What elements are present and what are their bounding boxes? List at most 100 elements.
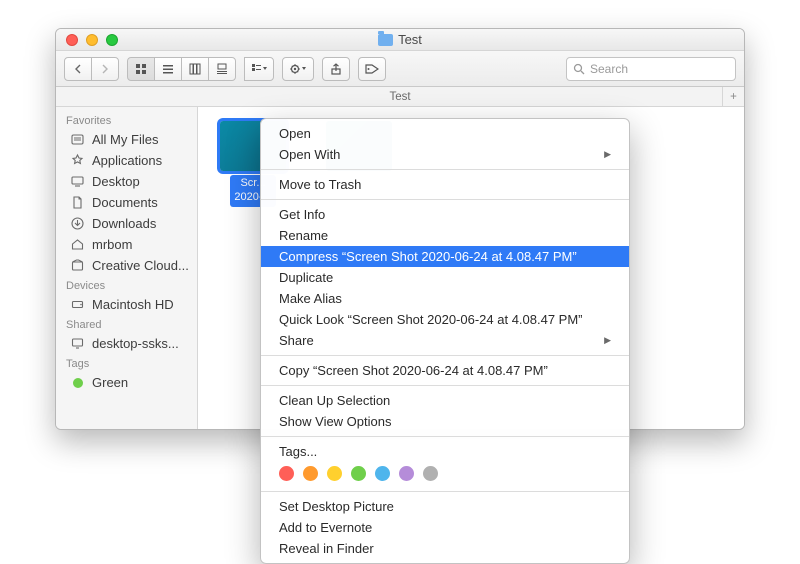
arrange-group — [244, 57, 274, 81]
menu-item-duplicate[interactable]: Duplicate — [261, 267, 629, 288]
coverflow-view-button[interactable] — [208, 57, 236, 81]
sidebar-section-label: Favorites — [56, 111, 197, 129]
menu-item-label: Add to Evernote — [279, 520, 372, 535]
add-tab-button[interactable]: + — [722, 87, 744, 106]
menu-item-label: Move to Trash — [279, 177, 361, 192]
menu-item-move-to-trash[interactable]: Move to Trash — [261, 174, 629, 195]
tag-color-dot[interactable] — [423, 466, 438, 481]
zoom-button[interactable] — [106, 34, 118, 46]
home-icon — [70, 237, 85, 252]
desktop-icon — [70, 174, 85, 189]
list-view-button[interactable] — [154, 57, 182, 81]
tag-color-dot[interactable] — [351, 466, 366, 481]
icon-view-button[interactable] — [127, 57, 155, 81]
tag-dot-icon — [70, 375, 85, 390]
menu-item-set-desktop-picture[interactable]: Set Desktop Picture — [261, 496, 629, 517]
sidebar-item-all-my-files[interactable]: All My Files — [56, 129, 197, 150]
search-field[interactable]: Search — [566, 57, 736, 81]
menu-item-copy-screen-shot-2020-06-24-at-4-08-47-p[interactable]: Copy “Screen Shot 2020-06-24 at 4.08.47 … — [261, 360, 629, 381]
window-title-text: Test — [398, 32, 422, 47]
menu-item-share[interactable]: Share — [261, 330, 629, 351]
menu-separator — [261, 169, 629, 170]
action-button[interactable] — [282, 57, 314, 81]
applications-icon — [70, 153, 85, 168]
sidebar-item-label: Downloads — [92, 216, 156, 231]
sidebar-item-desktop[interactable]: Desktop — [56, 171, 197, 192]
documents-icon — [70, 195, 85, 210]
arrange-button[interactable] — [244, 57, 274, 81]
tag-color-dot[interactable] — [279, 466, 294, 481]
sidebar-item-macintosh-hd[interactable]: Macintosh HD — [56, 294, 197, 315]
share-button[interactable] — [322, 57, 350, 81]
sidebar-item-creative-cloud[interactable]: Creative Cloud... — [56, 255, 197, 276]
tag-color-dot[interactable] — [375, 466, 390, 481]
sidebar-item-label: All My Files — [92, 132, 158, 147]
sidebar[interactable]: Favorites All My Files Applications Desktop… — [56, 107, 198, 429]
sidebar-item-mrbom[interactable]: mrbom — [56, 234, 197, 255]
tags-button[interactable] — [358, 57, 386, 81]
all-files-icon — [70, 132, 85, 147]
menu-item-label: Compress “Screen Shot 2020-06-24 at 4.08… — [279, 249, 577, 264]
context-menu: Open Open With Move to Trash Get Info Rename… — [260, 118, 630, 564]
menu-item-label: Open — [279, 126, 311, 141]
sidebar-item-label: Desktop — [92, 174, 140, 189]
pathbar: Test + — [56, 87, 744, 107]
toolbar: Search — [56, 51, 744, 87]
sidebar-item-green[interactable]: Green — [56, 372, 197, 393]
menu-item-label: Show View Options — [279, 414, 392, 429]
close-button[interactable] — [66, 34, 78, 46]
search-placeholder: Search — [590, 62, 628, 76]
menu-item-label: Copy “Screen Shot 2020-06-24 at 4.08.47 … — [279, 363, 548, 378]
cloud-icon — [70, 258, 85, 273]
tag-color-dot[interactable] — [327, 466, 342, 481]
search-icon — [573, 63, 585, 75]
sidebar-item-desktop-ssks[interactable]: desktop-ssks... — [56, 333, 197, 354]
sidebar-item-label: Creative Cloud... — [92, 258, 189, 273]
disk-icon — [70, 297, 85, 312]
menu-item-rename[interactable]: Rename — [261, 225, 629, 246]
menu-item-label: Make Alias — [279, 291, 342, 306]
minimize-button[interactable] — [86, 34, 98, 46]
menu-separator — [261, 385, 629, 386]
sidebar-item-label: desktop-ssks... — [92, 336, 179, 351]
menu-tags-row — [261, 462, 629, 487]
sidebar-section-label: Devices — [56, 276, 197, 294]
menu-item-show-view-options[interactable]: Show View Options — [261, 411, 629, 432]
menu-item-reveal-in-finder[interactable]: Reveal in Finder — [261, 538, 629, 559]
tag-color-dot[interactable] — [399, 466, 414, 481]
menu-item-label: Get Info — [279, 207, 325, 222]
menu-item-add-to-evernote[interactable]: Add to Evernote — [261, 517, 629, 538]
menu-item-label: Clean Up Selection — [279, 393, 390, 408]
sidebar-item-label: Macintosh HD — [92, 297, 174, 312]
menu-separator — [261, 355, 629, 356]
sidebar-item-label: mrbom — [92, 237, 132, 252]
menu-item-label: Reveal in Finder — [279, 541, 374, 556]
titlebar: Test — [56, 29, 744, 51]
menu-item-tags[interactable]: Tags... — [261, 441, 629, 462]
menu-item-make-alias[interactable]: Make Alias — [261, 288, 629, 309]
window-controls — [56, 34, 118, 46]
sidebar-item-documents[interactable]: Documents — [56, 192, 197, 213]
menu-item-label: Tags... — [279, 444, 317, 459]
menu-item-clean-up-selection[interactable]: Clean Up Selection — [261, 390, 629, 411]
menu-item-open[interactable]: Open — [261, 123, 629, 144]
column-view-button[interactable] — [181, 57, 209, 81]
menu-item-label: Quick Look “Screen Shot 2020-06-24 at 4.… — [279, 312, 583, 327]
window-title: Test — [56, 32, 744, 47]
sidebar-section-label: Tags — [56, 354, 197, 372]
menu-separator — [261, 491, 629, 492]
menu-separator — [261, 436, 629, 437]
back-button[interactable] — [64, 57, 92, 81]
forward-button[interactable] — [91, 57, 119, 81]
menu-item-open-with[interactable]: Open With — [261, 144, 629, 165]
menu-item-compress-screen-shot-2020-06-24-at-4-08-[interactable]: Compress “Screen Shot 2020-06-24 at 4.08… — [261, 246, 629, 267]
nav-group — [64, 57, 119, 81]
pathbar-text: Test — [389, 91, 410, 103]
menu-item-label: Set Desktop Picture — [279, 499, 394, 514]
sidebar-item-downloads[interactable]: Downloads — [56, 213, 197, 234]
menu-item-label: Rename — [279, 228, 328, 243]
sidebar-item-applications[interactable]: Applications — [56, 150, 197, 171]
menu-item-quick-look-screen-shot-2020-06-24-at-4-0[interactable]: Quick Look “Screen Shot 2020-06-24 at 4.… — [261, 309, 629, 330]
menu-item-get-info[interactable]: Get Info — [261, 204, 629, 225]
tag-color-dot[interactable] — [303, 466, 318, 481]
